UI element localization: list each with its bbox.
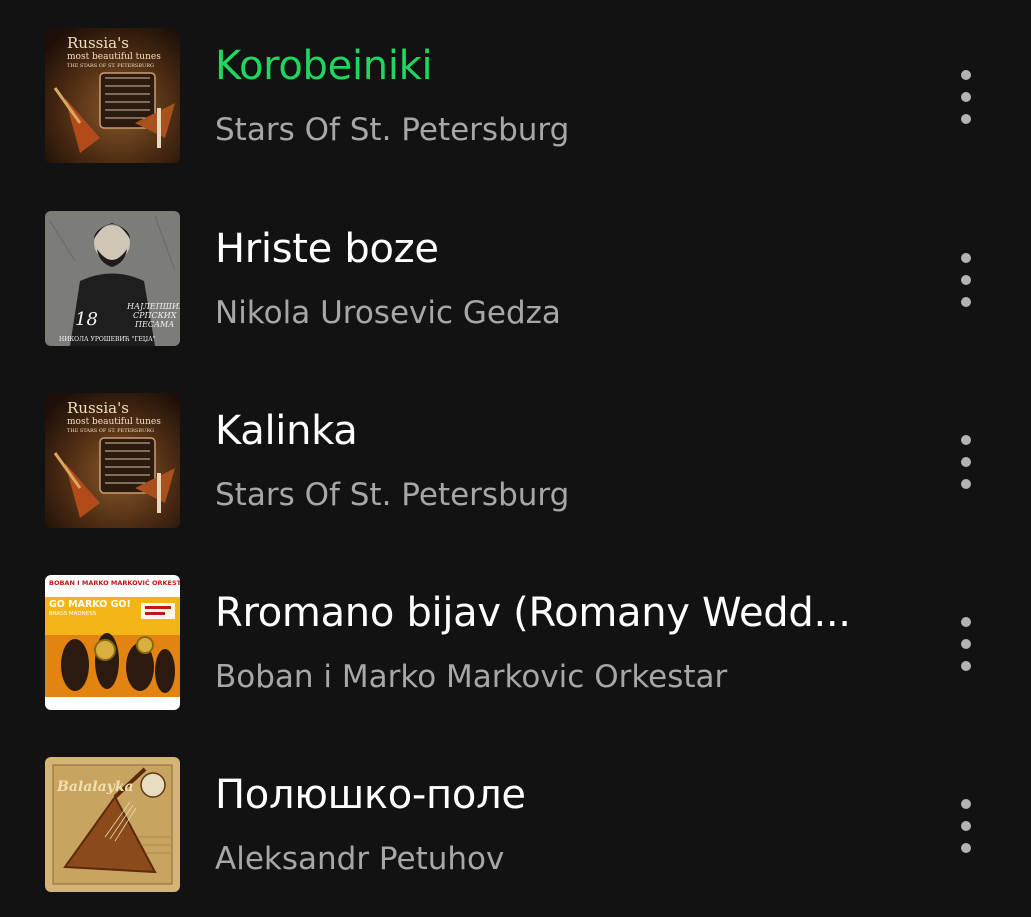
more-options-button[interactable] [941, 60, 991, 130]
track-title: Korobeiniki [215, 43, 433, 89]
cover-text: most beautiful tunes [67, 52, 161, 62]
track-artist: Stars Of St. Petersburg [215, 477, 570, 513]
cover-text: НАЈЛЕПШИХ [126, 302, 180, 311]
cover-text: Balalayka [56, 779, 134, 795]
track-row[interactable]: Russia's most beautiful tunes THE STARS … [0, 393, 1031, 553]
more-options-button[interactable] [941, 425, 991, 495]
cover-text: most beautiful tunes [67, 417, 161, 427]
track-artist: Stars Of St. Petersburg [215, 112, 570, 148]
more-options-button[interactable] [941, 789, 991, 859]
album-cover: Russia's most beautiful tunes THE STARS … [45, 393, 180, 528]
track-title: Rromano bijav (Romany Wedd... [215, 590, 851, 636]
album-cover: Balalayka [45, 757, 180, 892]
track-title: Полюшко-поле [215, 772, 526, 818]
track-list: Russia's most beautiful tunes THE STARS … [0, 0, 1031, 917]
more-options-button[interactable] [941, 243, 991, 313]
cover-text: THE STARS OF ST. PETERSBURG [67, 63, 154, 69]
track-row[interactable]: Russia's most beautiful tunes THE STARS … [0, 28, 1031, 188]
cover-text: СРПСКИХ [133, 311, 177, 320]
album-cover: 18 НАЈЛЕПШИХ СРПСКИХ ПЕСАМА НИКОЛА УРОШЕ… [45, 211, 180, 346]
track-title: Hriste boze [215, 226, 439, 272]
cover-text: НИКОЛА УРОШЕВИЋ "ГЕЏА" [59, 336, 156, 343]
track-row[interactable]: 18 НАЈЛЕПШИХ СРПСКИХ ПЕСАМА НИКОЛА УРОШЕ… [0, 211, 1031, 371]
more-options-button[interactable] [941, 607, 991, 677]
cover-text: GO MARKO GO! [49, 599, 131, 610]
cover-text: BRASS MADNESS [49, 611, 97, 617]
track-row[interactable]: BOBAN I MARKO MARKOVIĆ ORKESTAR GO MARKO… [0, 575, 1031, 735]
cover-text: BOBAN I MARKO MARKOVIĆ ORKESTAR [49, 578, 180, 587]
cover-text: ПЕСАМА [134, 320, 174, 329]
track-title: Kalinka [215, 408, 358, 454]
album-cover: Russia's most beautiful tunes THE STARS … [45, 28, 180, 163]
track-artist: Boban i Marko Markovic Orkestar [215, 659, 728, 695]
track-artist: Aleksandr Petuhov [215, 841, 505, 877]
cover-text: Russia's [67, 34, 129, 52]
album-cover: BOBAN I MARKO MARKOVIĆ ORKESTAR GO MARKO… [45, 575, 180, 710]
cover-text: THE STARS OF ST. PETERSBURG [67, 428, 154, 434]
cover-text: Russia's [67, 399, 129, 417]
track-artist: Nikola Urosevic Gedza [215, 295, 561, 331]
track-row[interactable]: Balalayka Полюшко-поле Aleksandr Petuhov [0, 757, 1031, 917]
cover-text: 18 [75, 309, 98, 330]
